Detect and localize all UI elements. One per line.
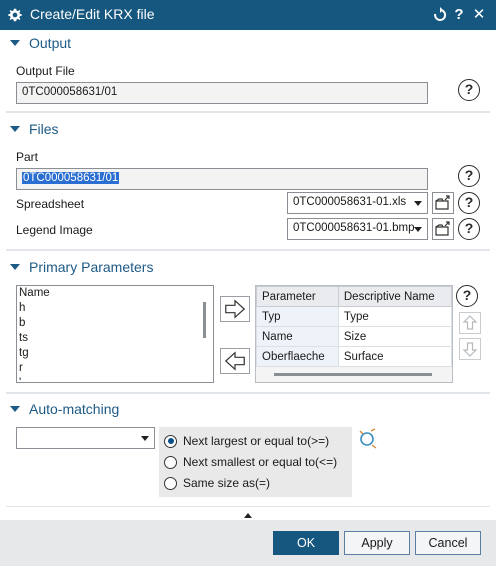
column-header[interactable]: Descriptive Name xyxy=(337,286,452,307)
part-field[interactable]: 0TC000058631/01 xyxy=(16,168,428,190)
section-divider xyxy=(6,249,490,251)
spreadsheet-help-icon[interactable]: ? xyxy=(458,192,480,214)
list-item[interactable]: r xyxy=(17,361,213,376)
part-field-value: 0TC000058631/01 xyxy=(22,172,120,184)
legend-image-browse-button[interactable] xyxy=(432,218,454,240)
legend-image-dropdown[interactable]: 0TC000058631-01.bmp xyxy=(287,218,428,240)
table-header-row: Parameter Descriptive Name xyxy=(256,286,452,307)
section-header-files[interactable]: Files xyxy=(8,118,59,140)
table-cell[interactable]: Size xyxy=(337,326,452,347)
apply-button[interactable]: Apply xyxy=(344,531,410,555)
section-title-primary-parameters: Primary Parameters xyxy=(29,259,154,275)
auto-matching-dropdown[interactable] xyxy=(16,427,155,449)
spreadsheet-browse-button[interactable] xyxy=(432,192,454,214)
parameter-table: Parameter Descriptive Name Typ Type Name… xyxy=(255,285,453,383)
collapse-triangle-icon xyxy=(10,126,20,132)
arrow-down-icon xyxy=(462,342,478,357)
radio-button[interactable] xyxy=(164,476,177,490)
spreadsheet-value: 0TC000058631-01.xls xyxy=(293,196,407,208)
list-item[interactable]: h xyxy=(17,301,213,316)
option-label: Same size as(=) xyxy=(183,476,271,490)
add-parameter-button[interactable] xyxy=(220,296,250,322)
section-title-files: Files xyxy=(29,121,59,137)
spreadsheet-dropdown[interactable]: 0TC000058631-01.xls xyxy=(287,192,428,214)
move-down-button[interactable] xyxy=(459,338,481,360)
table-cell[interactable]: Typ xyxy=(256,306,339,327)
legend-image-help-icon[interactable]: ? xyxy=(458,218,480,240)
collapse-triangle-icon xyxy=(10,264,20,270)
list-item[interactable]: Name xyxy=(17,286,213,301)
table-cell[interactable]: Oberflaeche xyxy=(256,346,339,367)
radio-button-selected[interactable] xyxy=(164,434,177,448)
section-title-output: Output xyxy=(29,35,72,51)
list-item[interactable]: b xyxy=(17,316,213,331)
gear-icon[interactable] xyxy=(6,6,24,24)
list-item[interactable]: ts xyxy=(17,331,213,346)
move-up-button[interactable] xyxy=(459,312,481,334)
radio-button[interactable] xyxy=(164,455,177,469)
table-cell[interactable]: Name xyxy=(256,326,339,347)
close-icon[interactable]: ✕ xyxy=(470,5,488,25)
chevron-down-icon xyxy=(414,201,422,206)
list-item[interactable]: ' xyxy=(17,376,213,382)
section-header-auto-matching[interactable]: Auto-matching xyxy=(8,398,119,420)
reset-icon[interactable] xyxy=(433,7,447,23)
arrow-right-icon xyxy=(225,299,246,319)
collapse-triangle-icon xyxy=(10,40,20,46)
folder-open-icon xyxy=(435,221,450,236)
table-row[interactable]: Typ Type xyxy=(256,306,452,327)
output-file-help-icon[interactable]: ? xyxy=(458,79,480,101)
section-divider xyxy=(6,392,490,394)
cancel-button[interactable]: Cancel xyxy=(415,531,481,555)
section-title-auto-matching: Auto-matching xyxy=(29,401,120,417)
title-bar: Create/Edit KRX file ? ✕ xyxy=(0,0,496,30)
dialog-footer: OK Apply Cancel xyxy=(0,520,496,566)
table-cell[interactable]: Surface xyxy=(337,346,452,367)
option-next-largest[interactable]: Next largest or equal to(>=) xyxy=(159,431,329,451)
chevron-down-icon xyxy=(414,227,422,232)
arrow-left-icon xyxy=(224,351,245,371)
output-file-label: Output File xyxy=(16,64,75,78)
section-divider xyxy=(6,111,490,113)
spreadsheet-label: Spreadsheet xyxy=(16,197,85,211)
legend-image-label: Legend Image xyxy=(16,223,93,237)
table-scrollbar[interactable] xyxy=(274,373,432,376)
part-help-icon[interactable]: ? xyxy=(458,165,480,187)
remove-parameter-button[interactable] xyxy=(220,348,250,374)
collapse-triangle-icon xyxy=(10,406,20,412)
collapse-up-icon[interactable] xyxy=(243,512,253,519)
output-file-field[interactable]: 0TC000058631/01 xyxy=(16,82,428,104)
section-header-output[interactable]: Output xyxy=(8,32,71,54)
option-label: Next smallest or equal to(<=) xyxy=(183,455,338,469)
table-row[interactable]: Name Size xyxy=(256,326,452,347)
section-header-primary-parameters[interactable]: Primary Parameters xyxy=(8,256,153,278)
table-cell[interactable]: Type xyxy=(337,306,452,327)
option-label: Next largest or equal to(>=) xyxy=(183,434,330,448)
select-search-icon[interactable] xyxy=(357,427,379,449)
matching-options-group: Next largest or equal to(>=) Next smalle… xyxy=(159,427,352,497)
chevron-down-icon xyxy=(141,436,149,441)
option-next-smallest[interactable]: Next smallest or equal to(<=) xyxy=(159,452,337,472)
parameters-help-icon[interactable]: ? xyxy=(456,285,478,307)
option-same-size[interactable]: Same size as(=) xyxy=(159,473,270,493)
list-item[interactable]: tg xyxy=(17,346,213,361)
table-row[interactable]: Oberflaeche Surface xyxy=(256,346,452,367)
ok-button[interactable]: OK xyxy=(273,531,339,555)
folder-open-icon xyxy=(435,195,450,210)
help-icon[interactable]: ? xyxy=(450,5,468,25)
section-divider xyxy=(6,506,490,507)
arrow-up-icon xyxy=(462,315,478,330)
column-header[interactable]: Parameter xyxy=(256,286,339,307)
parameter-listbox[interactable]: Name h b ts tg r ' xyxy=(16,285,214,383)
legend-image-value: 0TC000058631-01.bmp xyxy=(293,222,415,234)
listbox-scrollbar[interactable] xyxy=(203,302,206,338)
window-title: Create/Edit KRX file xyxy=(30,6,155,22)
part-label: Part xyxy=(16,150,39,164)
